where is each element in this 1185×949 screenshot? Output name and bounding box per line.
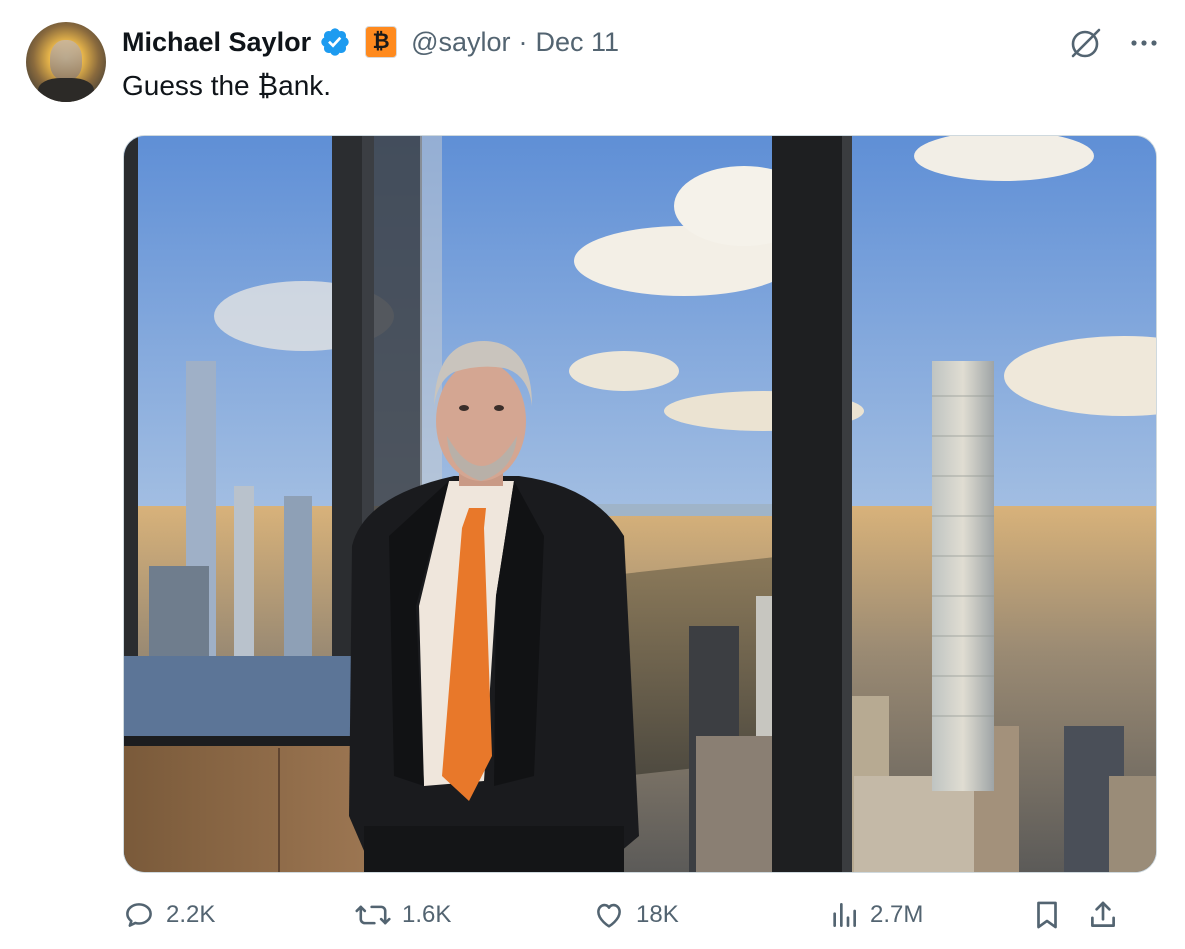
- avatar-body: [38, 78, 94, 102]
- separator-dot: ·: [518, 26, 528, 57]
- bookmark-button[interactable]: [1030, 898, 1064, 932]
- like-count: 18K: [636, 901, 679, 928]
- tweet-text: Guess the ₿ank.: [122, 70, 332, 101]
- avatar-face: [50, 40, 82, 80]
- views-count: 2.7M: [870, 901, 924, 928]
- reply-count: 2.2K: [166, 901, 216, 928]
- tweet-photo[interactable]: [123, 135, 1157, 873]
- tweet-header: Michael Saylor ₿ @saylor · Dec 11: [122, 22, 619, 62]
- author-name[interactable]: Michael Saylor: [122, 27, 311, 58]
- tweet-date[interactable]: Dec 11: [536, 27, 620, 58]
- author-handle[interactable]: @saylor: [411, 27, 510, 58]
- retweet-icon: [354, 898, 392, 932]
- share-icon: [1086, 898, 1120, 932]
- tweet: Michael Saylor ₿ @saylor · Dec 11 Guess …: [0, 0, 1185, 949]
- bitcoin-affiliate-badge-icon[interactable]: ₿: [365, 26, 398, 58]
- reply-icon: [122, 898, 156, 932]
- top-right-icons: [1067, 24, 1159, 62]
- tweet-actions: 2.2K 1.6K 18K 2.7M: [122, 898, 1162, 942]
- views-button[interactable]: 2.7M: [828, 898, 923, 932]
- retweet-count: 1.6K: [402, 901, 452, 928]
- photo-scene: [124, 136, 1156, 872]
- grok-icon[interactable]: [1067, 24, 1105, 62]
- avatar[interactable]: [26, 22, 106, 102]
- bookmark-icon: [1030, 898, 1064, 932]
- like-button[interactable]: 18K: [592, 898, 679, 932]
- more-options-icon[interactable]: [1129, 28, 1159, 58]
- share-button[interactable]: [1086, 898, 1120, 932]
- reply-button[interactable]: 2.2K: [122, 898, 215, 932]
- like-icon: [592, 898, 626, 932]
- verified-badge-icon: [319, 26, 351, 58]
- views-icon: [828, 898, 860, 932]
- retweet-button[interactable]: 1.6K: [354, 898, 451, 932]
